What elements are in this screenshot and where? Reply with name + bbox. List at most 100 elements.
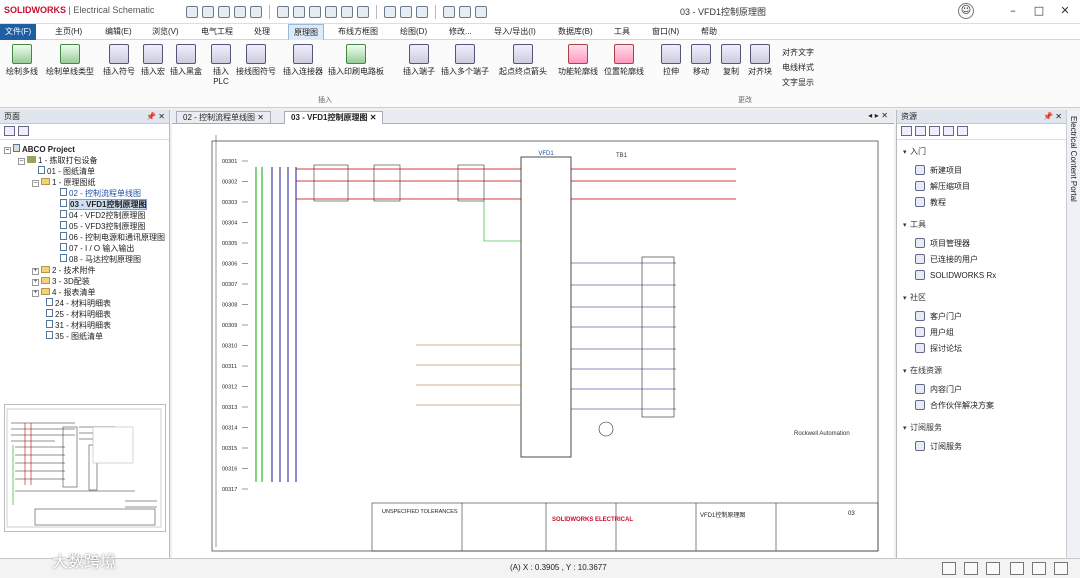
tree-folder[interactable]: +2 - 技术附件	[32, 265, 96, 276]
insert-macro-button[interactable]: 插入宏	[141, 44, 165, 77]
content-portal-link[interactable]: 内容门户	[915, 384, 962, 395]
folder-icon[interactable]	[929, 126, 940, 136]
tree-page[interactable]: 04 - VFD2控制原理图	[60, 210, 145, 221]
menu-draw[interactable]: 绘图(D)	[395, 24, 432, 40]
star-icon[interactable]	[943, 126, 954, 136]
home-icon[interactable]	[901, 126, 912, 136]
text-display-button[interactable]: 文字显示	[782, 77, 814, 88]
pin-close-icon[interactable]: 📌 ✕	[146, 110, 165, 124]
properties-icon[interactable]	[341, 6, 353, 18]
settings-icon[interactable]	[475, 6, 487, 18]
align-block-button[interactable]: 对齐块	[748, 44, 772, 77]
section-online-resources[interactable]: ▾ 在线资源	[903, 365, 942, 376]
ortho-icon[interactable]	[986, 562, 1000, 575]
print-icon[interactable]	[218, 6, 230, 18]
draw-single-line-button[interactable]: 绘制单线类型	[46, 44, 94, 77]
wire-style-button[interactable]: 电线样式	[782, 62, 814, 73]
menu-electrical[interactable]: 电气工程	[196, 24, 238, 40]
section-community[interactable]: ▾ 社区	[903, 292, 926, 303]
menu-file[interactable]: 文件(F)	[0, 24, 37, 40]
user-group-link[interactable]: 用户组	[915, 327, 954, 338]
tab-sheet-03[interactable]: 03 - VFD1控制原理图 ✕	[284, 111, 384, 124]
layers-icon[interactable]	[1032, 562, 1046, 575]
tree-page[interactable]: 35 - 图纸清单	[46, 331, 103, 342]
pan-icon[interactable]	[416, 6, 428, 18]
tree-book-1[interactable]: –1 - 拣取打包设备	[18, 155, 98, 166]
partner-solutions-link[interactable]: 合作伙伴解决方案	[915, 400, 994, 411]
undo-icon[interactable]	[234, 6, 246, 18]
section-getting-started[interactable]: ▾ 入门	[903, 146, 926, 157]
move-button[interactable]: 移动	[691, 44, 711, 77]
page-list-icon[interactable]	[18, 126, 29, 136]
settings-icon[interactable]	[1054, 562, 1068, 575]
draw-multiline-button[interactable]: 绘制多线	[6, 44, 38, 77]
solidworks-rx-link[interactable]: SOLIDWORKS Rx	[915, 270, 996, 280]
new-project-link[interactable]: 新建项目	[915, 165, 962, 176]
zoom-window-icon[interactable]	[400, 6, 412, 18]
snap-icon[interactable]	[964, 562, 978, 575]
tree-page[interactable]: 25 - 材料明细表	[46, 309, 111, 320]
pin-close-icon[interactable]: 📌 ✕	[1043, 110, 1062, 124]
stretch-button[interactable]: 拉伸	[661, 44, 681, 77]
sheet-preview[interactable]	[4, 404, 166, 532]
tree-page[interactable]: 05 - VFD3控制原理图	[60, 221, 145, 232]
clipboard-icon[interactable]	[325, 6, 337, 18]
tree-page[interactable]: 02 - 控制流程单线图	[60, 188, 141, 199]
menu-schematic[interactable]: 原理图	[288, 24, 324, 40]
tree-folder[interactable]: –1 - 原理图纸	[32, 177, 96, 188]
insert-connector-button[interactable]: 插入连接器	[283, 44, 323, 77]
save-icon[interactable]	[202, 6, 214, 18]
tab-sheet-02[interactable]: 02 - 控制流程单线图 ✕	[176, 111, 271, 124]
menu-process[interactable]: 处理	[249, 24, 275, 40]
tree-page[interactable]: 07 - I / O 输入输出	[60, 243, 134, 254]
menu-edit[interactable]: 编辑(E)	[100, 24, 137, 40]
paste-icon[interactable]	[309, 6, 321, 18]
lineweight-icon[interactable]	[1010, 562, 1024, 575]
minimize-button[interactable]: –	[1004, 3, 1022, 19]
menu-view[interactable]: 浏览(V)	[147, 24, 184, 40]
content-portal-tab[interactable]: Electrical Content Portal	[1066, 110, 1080, 558]
new-icon[interactable]	[186, 6, 198, 18]
menu-database[interactable]: 数据库(B)	[553, 24, 598, 40]
tutorial-link[interactable]: 教程	[915, 197, 946, 208]
tree-page[interactable]: 31 - 材料明细表	[46, 320, 111, 331]
feedback-smiley-icon[interactable]: ☺	[958, 3, 974, 19]
page-view-icon[interactable]	[4, 126, 15, 136]
delete-icon[interactable]	[357, 6, 369, 18]
menu-help[interactable]: 帮助	[696, 24, 722, 40]
tree-page-selected[interactable]: 03 - VFD1控制原理图	[60, 199, 148, 210]
location-outline-button[interactable]: 位置轮廓线	[604, 44, 644, 77]
customer-portal-link[interactable]: 客户门户	[915, 311, 962, 322]
list-icon[interactable]	[915, 126, 926, 136]
connected-users-link[interactable]: 已连接的用户	[915, 254, 978, 265]
redo-icon[interactable]	[250, 6, 262, 18]
subscription-link[interactable]: 订阅服务	[915, 441, 962, 452]
insert-plc-button[interactable]: 插入PLC	[208, 44, 234, 86]
insert-terminal-button[interactable]: 插入端子	[403, 44, 435, 77]
tree-folder[interactable]: +3 - 3D配装	[32, 276, 90, 287]
schematic-sheet[interactable]: 00301 00302 00303 00304 00305 00306 00307 00308…	[176, 127, 890, 552]
maximize-button[interactable]: □	[1030, 3, 1048, 19]
close-button[interactable]: ✕	[1056, 3, 1074, 19]
user-icon[interactable]	[957, 126, 968, 136]
insert-multi-terminal-button[interactable]: 插入多个端子	[441, 44, 489, 77]
tab-nav-arrows[interactable]: ◂ ▸ ✕	[868, 111, 888, 120]
tree-project[interactable]: – ABCO Project	[4, 144, 75, 155]
menu-window[interactable]: 窗口(N)	[647, 24, 684, 40]
menu-home[interactable]: 主页(H)	[50, 24, 87, 40]
tree-page[interactable]: 24 - 材料明细表	[46, 298, 111, 309]
unzip-project-link[interactable]: 解压缩项目	[915, 181, 970, 192]
forum-link[interactable]: 探讨论坛	[915, 343, 962, 354]
wiring-symbol-button[interactable]: 接线图符号	[236, 44, 276, 77]
copy-button[interactable]: 复制	[721, 44, 741, 77]
insert-pcb-button[interactable]: 插入印刷电路板	[328, 44, 384, 77]
align-text-button[interactable]: 对齐文字	[782, 47, 814, 58]
tree-folder[interactable]: +4 - 报表清单	[32, 287, 96, 298]
project-manager-link[interactable]: 项目管理器	[915, 238, 970, 249]
tree-page[interactable]: 06 - 控制电源和通讯原理图	[60, 232, 165, 243]
menu-line-diagram[interactable]: 布线方框图	[333, 24, 383, 40]
section-tools[interactable]: ▾ 工具	[903, 219, 926, 230]
cut-icon[interactable]	[277, 6, 289, 18]
section-subscription[interactable]: ▾ 订阅服务	[903, 422, 942, 433]
search-icon[interactable]	[443, 6, 455, 18]
